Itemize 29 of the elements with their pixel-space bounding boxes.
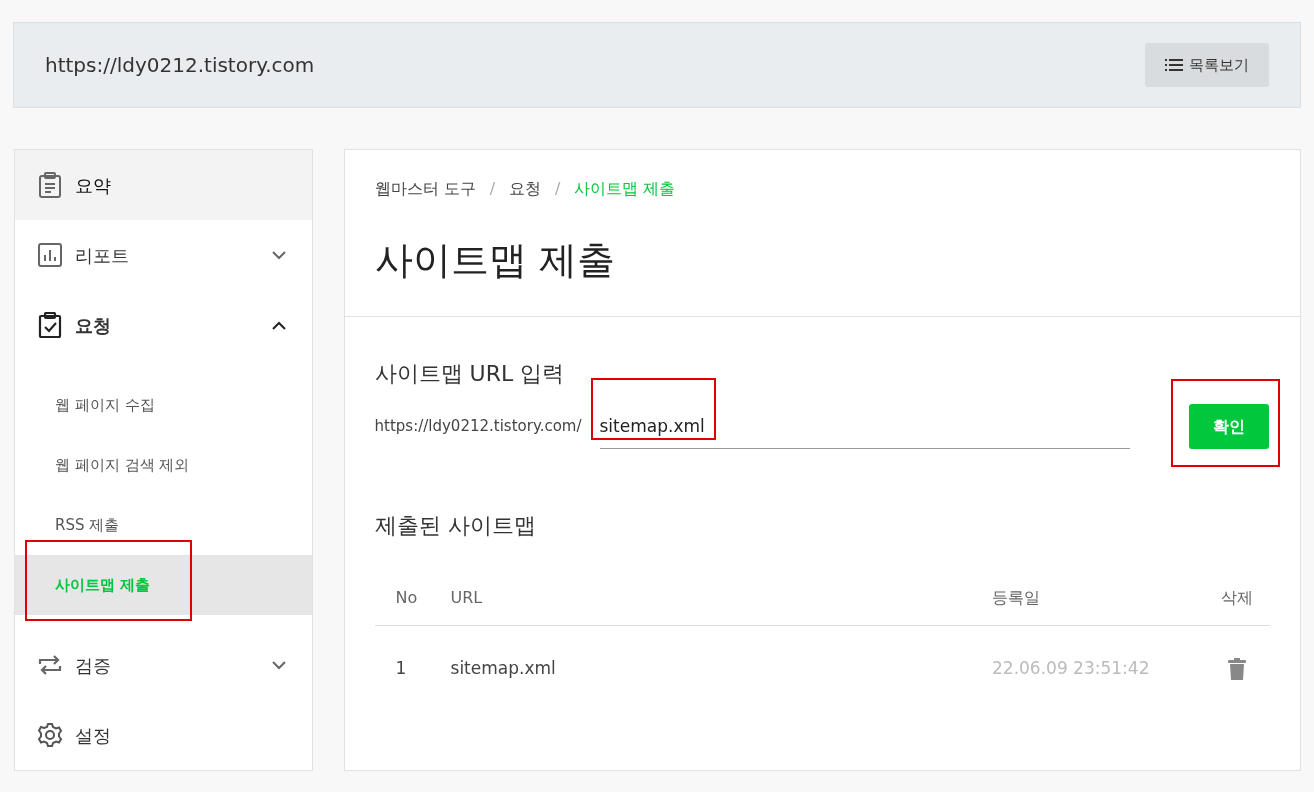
trash-icon[interactable] xyxy=(1228,658,1246,680)
site-url: https://ldy0212.tistory.com xyxy=(45,52,315,79)
section-title: 사이트맵 URL 입력 xyxy=(373,360,566,388)
clipboard-check-icon xyxy=(38,312,62,338)
clipboard-icon xyxy=(38,172,62,198)
sidebar-subitem[interactable]: 웹 페이지 검색 제외 xyxy=(15,435,312,495)
sidebar-menu-item[interactable]: 요약 xyxy=(15,150,312,220)
column-header: 삭제 xyxy=(1220,586,1254,609)
table-cell-text: sitemap.xml xyxy=(450,657,557,681)
sitemap-url-field[interactable]: sitemap.xml xyxy=(599,404,1130,449)
column-header: 등록일 xyxy=(992,586,1041,609)
breadcrumb-separator: / xyxy=(555,178,561,200)
list-icon xyxy=(1165,58,1183,72)
table-cell-text: 22.06.09 23:51:42 xyxy=(992,657,1151,681)
repeat-icon xyxy=(38,654,62,676)
list-view-button[interactable]: 목록보기 xyxy=(1145,43,1269,87)
breadcrumb-separator: / xyxy=(489,178,495,200)
sidebar-subitem[interactable]: RSS 제출 xyxy=(15,495,312,555)
url-prefix: https://ldy0212.tistory.com/ xyxy=(374,416,582,438)
table-cell-text: 1 xyxy=(394,657,408,681)
column-header: URL xyxy=(450,586,484,609)
breadcrumb-link[interactable]: 요청 xyxy=(509,177,541,201)
bar-chart-icon xyxy=(38,243,62,267)
section-title: 제출된 사이트맵 xyxy=(373,512,537,540)
sidebar-subitem[interactable]: 웹 페이지 수집 xyxy=(15,375,312,435)
settings-icon xyxy=(37,722,63,748)
page-title: 사이트맵 제출 xyxy=(373,241,616,279)
breadcrumb-link[interactable]: 웹마스터 도구 xyxy=(374,177,476,201)
column-header: No xyxy=(394,586,419,609)
